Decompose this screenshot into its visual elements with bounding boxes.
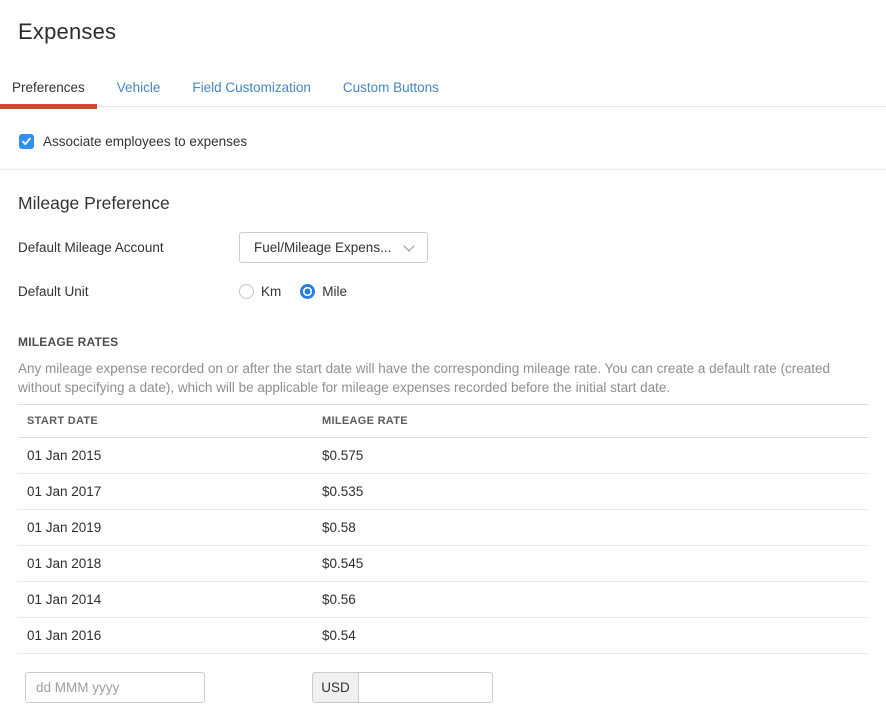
table-row: 01 Jan 2016 $0.54	[18, 618, 869, 654]
column-header-mileage-rate: MILEAGE RATE	[313, 405, 869, 438]
chevron-down-icon	[403, 240, 414, 251]
cell-mileage-rate: $0.535	[313, 474, 869, 510]
cell-mileage-rate: $0.575	[313, 438, 869, 474]
associate-employees-checkbox[interactable]	[19, 134, 34, 149]
select-value: Fuel/Mileage Expens...	[254, 240, 391, 255]
unit-option-km[interactable]: Km	[239, 284, 281, 299]
radio-icon	[239, 284, 254, 299]
tab-preferences[interactable]: Preferences	[0, 76, 97, 106]
cell-mileage-rate: $0.54	[313, 618, 869, 654]
table-row: 01 Jan 2019 $0.58	[18, 510, 869, 546]
tab-field-customization[interactable]: Field Customization	[180, 76, 323, 106]
mileage-rates-table: START DATE MILEAGE RATE 01 Jan 2015 $0.5…	[18, 404, 869, 654]
cell-start-date: 01 Jan 2014	[18, 582, 313, 618]
associate-employees-label: Associate employees to expenses	[43, 134, 247, 149]
default-unit-options: Km Mile	[239, 284, 347, 299]
table-header-row: START DATE MILEAGE RATE	[18, 405, 869, 438]
cell-mileage-rate: $0.545	[313, 546, 869, 582]
default-mileage-account-select[interactable]: Fuel/Mileage Expens...	[239, 232, 428, 263]
radio-icon	[300, 284, 315, 299]
cell-start-date: 01 Jan 2016	[18, 618, 313, 654]
section-divider	[0, 169, 886, 170]
mileage-rates-heading: MILEAGE RATES	[18, 335, 886, 349]
default-mileage-account-label: Default Mileage Account	[18, 240, 239, 255]
new-rate-date-input[interactable]	[25, 672, 205, 703]
new-rate-amount-input[interactable]	[359, 672, 493, 703]
check-icon	[21, 136, 32, 147]
cell-mileage-rate: $0.58	[313, 510, 869, 546]
mileage-rates-description: Any mileage expense recorded on or after…	[18, 359, 868, 397]
cell-start-date: 01 Jan 2017	[18, 474, 313, 510]
default-mileage-account-row: Default Mileage Account Fuel/Mileage Exp…	[18, 232, 886, 263]
currency-prefix: USD	[312, 672, 359, 703]
mileage-preference-heading: Mileage Preference	[18, 193, 886, 214]
new-rate-amount-group: USD	[312, 672, 493, 703]
new-rate-row: USD	[25, 672, 886, 703]
tabs: Preferences VehicleField Customization Cus…	[0, 76, 886, 107]
tab-vehicle[interactable]: Vehicle	[105, 76, 173, 106]
table-row: 01 Jan 2017 $0.535	[18, 474, 869, 510]
table-row: 01 Jan 2018 $0.545	[18, 546, 869, 582]
tab-custom-buttons[interactable]: Custom Buttons	[331, 76, 451, 106]
cell-mileage-rate: $0.56	[313, 582, 869, 618]
default-unit-label: Default Unit	[18, 284, 239, 299]
mileage-rates-body: 01 Jan 2015 $0.575 01 Jan 2017 $0.535 01…	[18, 438, 869, 654]
cell-start-date: 01 Jan 2018	[18, 546, 313, 582]
column-header-start-date: START DATE	[18, 405, 313, 438]
default-unit-row: Default Unit Km Mile	[18, 284, 886, 299]
associate-employees-row[interactable]: Associate employees to expenses	[19, 134, 886, 149]
cell-start-date: 01 Jan 2015	[18, 438, 313, 474]
radio-label: Km	[261, 284, 281, 299]
radio-label: Mile	[322, 284, 347, 299]
cell-start-date: 01 Jan 2019	[18, 510, 313, 546]
expenses-settings-page: Expenses Preferences VehicleField Customi…	[0, 19, 886, 703]
table-row: 01 Jan 2015 $0.575	[18, 438, 869, 474]
table-row: 01 Jan 2014 $0.56	[18, 582, 869, 618]
unit-option-mile[interactable]: Mile	[300, 284, 347, 299]
page-title: Expenses	[18, 19, 886, 45]
